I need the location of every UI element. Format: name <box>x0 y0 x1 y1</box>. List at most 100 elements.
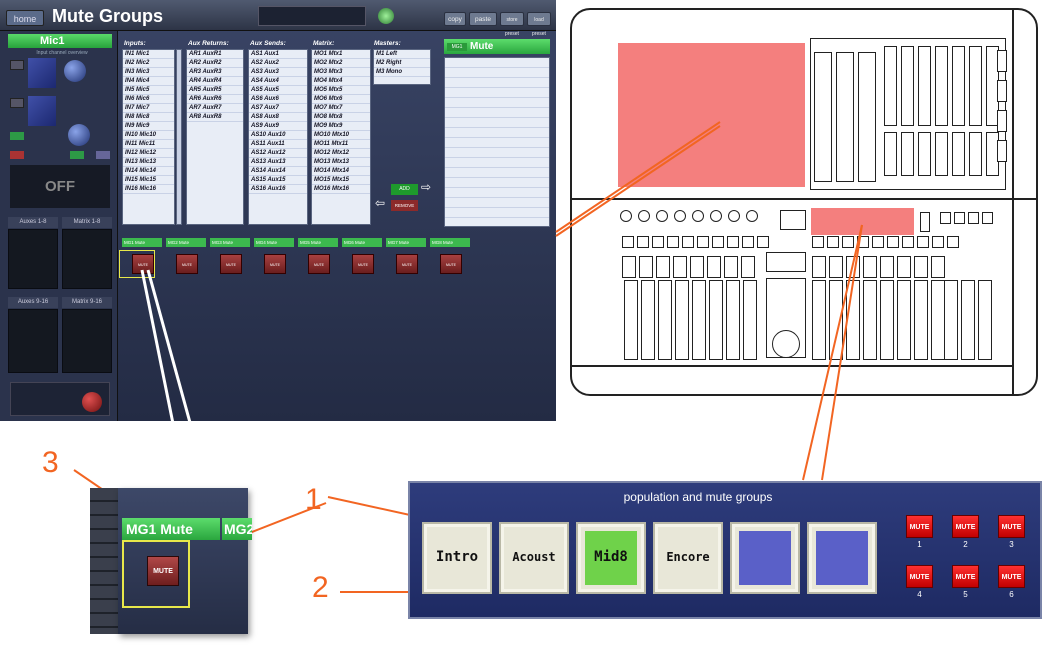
list-item[interactable]: MO11 Mtx11 <box>312 140 370 149</box>
list-item[interactable]: MO4 Mtx4 <box>312 77 370 86</box>
home-button[interactable]: home <box>6 10 44 26</box>
list-item[interactable]: MO3 Mtx3 <box>312 68 370 77</box>
list-item[interactable]: AS1 Aux1 <box>249 50 307 59</box>
list-item[interactable]: IN15 Mic15 <box>123 176 174 185</box>
list-item[interactable]: IN5 Mic5 <box>123 86 174 95</box>
mute-group-button[interactable]: MUTE <box>220 254 242 274</box>
phase-button[interactable] <box>70 151 84 159</box>
list-item[interactable]: M1 Left <box>374 50 430 59</box>
list-item[interactable]: AS3 Aux3 <box>249 68 307 77</box>
zoom-mute-button[interactable]: MUTE <box>147 556 179 586</box>
list-item[interactable]: AR3 AuxR3 <box>187 68 243 77</box>
list-item[interactable]: M2 Right <box>374 59 430 68</box>
list-item[interactable]: M3 Mono <box>374 68 430 77</box>
aux-sends-list[interactable]: AS1 Aux1 AS2 Aux2 AS3 Aux3 AS4 Aux4 AS5 Aux5… <box>248 49 308 225</box>
list-item[interactable]: MO7 Mtx7 <box>312 104 370 113</box>
population-button[interactable]: Intro <box>422 522 492 594</box>
list-item[interactable]: AS7 Aux7 <box>249 104 307 113</box>
list-item[interactable]: MO9 Mtx9 <box>312 122 370 131</box>
list-item[interactable]: AS10 Aux10 <box>249 131 307 140</box>
matrix-list[interactable]: MO1 Mtx1 MO2 Mtx2 MO3 Mtx3 MO4 Mtx4 MO5 Mtx5… <box>311 49 371 225</box>
list-item[interactable]: IN7 Mic7 <box>123 104 174 113</box>
mute-group-button[interactable]: MUTE <box>440 254 462 274</box>
list-item[interactable]: AS11 Aux11 <box>249 140 307 149</box>
trim-knob[interactable] <box>68 124 90 146</box>
list-item[interactable]: MO10 Mtx10 <box>312 131 370 140</box>
population-button[interactable]: Acoust <box>499 522 569 594</box>
mute-group-button[interactable]: MUTE <box>264 254 286 274</box>
insert-button[interactable] <box>10 132 24 140</box>
mute-group-button[interactable]: MUTE <box>308 254 330 274</box>
list-item[interactable]: MO8 Mtx8 <box>312 113 370 122</box>
list-item[interactable]: IN1 Mic1 <box>123 50 174 59</box>
aux-returns-list[interactable]: AR1 AuxR1 AR2 AuxR2 AR3 AuxR3 AR4 AuxR4 AR5 … <box>186 49 244 225</box>
list-item[interactable]: MO2 Mtx2 <box>312 59 370 68</box>
mute-button[interactable]: MUTE <box>998 515 1025 538</box>
population-button[interactable]: Mid8 <box>576 522 646 594</box>
list-item[interactable]: AS12 Aux12 <box>249 149 307 158</box>
title-field[interactable] <box>258 6 366 26</box>
mute-group-button[interactable]: MUTE <box>176 254 198 274</box>
list-item[interactable]: IN4 Mic4 <box>123 77 174 86</box>
list-item[interactable]: AS4 Aux4 <box>249 77 307 86</box>
add-button[interactable]: ADD <box>391 184 418 195</box>
list-item[interactable]: IN2 Mic2 <box>123 59 174 68</box>
link-button[interactable] <box>96 151 110 159</box>
list-item[interactable]: IN9 Mic9 <box>123 122 174 131</box>
list-item[interactable]: AR2 AuxR2 <box>187 59 243 68</box>
list-item[interactable]: AS6 Aux6 <box>249 95 307 104</box>
list-item[interactable]: MO5 Mtx5 <box>312 86 370 95</box>
list-item[interactable]: IN14 Mic14 <box>123 167 174 176</box>
list-item[interactable]: MO12 Mtx12 <box>312 149 370 158</box>
pan-knob[interactable] <box>82 392 102 412</box>
copy-button[interactable]: copy <box>444 12 466 26</box>
input-gain-knob[interactable] <box>64 60 86 82</box>
mute-group-button[interactable]: MUTE <box>396 254 418 274</box>
list-item[interactable]: MO6 Mtx6 <box>312 95 370 104</box>
list-item[interactable]: AS16 Aux16 <box>249 185 307 194</box>
population-button[interactable] <box>730 522 800 594</box>
paste-button[interactable]: paste <box>469 12 497 26</box>
list-item[interactable]: AR5 AuxR5 <box>187 86 243 95</box>
list-item[interactable]: IN16 Mic16 <box>123 185 174 194</box>
masters-list[interactable]: M1 Left M2 Right M3 Mono <box>373 49 431 85</box>
list-item[interactable]: AS8 Aux8 <box>249 113 307 122</box>
mute-button[interactable]: MUTE <box>906 515 933 538</box>
list-item[interactable]: AS13 Aux13 <box>249 158 307 167</box>
mute-button[interactable]: MUTE <box>952 515 979 538</box>
mute-group-button[interactable]: MUTE <box>352 254 374 274</box>
pfl-button[interactable] <box>10 151 24 159</box>
mute-group-members-list[interactable] <box>444 57 550 227</box>
list-item[interactable]: AS2 Aux2 <box>249 59 307 68</box>
list-item[interactable]: IN6 Mic6 <box>123 95 174 104</box>
store-preset-button[interactable]: store preset <box>500 12 524 37</box>
inputs-list[interactable]: IN1 Mic1 IN2 Mic2 IN3 Mic3 IN4 Mic4 IN5 Mic5… <box>122 49 175 225</box>
list-item[interactable]: AS14 Aux14 <box>249 167 307 176</box>
list-item[interactable]: AR6 AuxR6 <box>187 95 243 104</box>
list-item[interactable]: IN13 Mic13 <box>123 158 174 167</box>
list-item[interactable]: IN11 Mic11 <box>123 140 174 149</box>
hpf-button[interactable] <box>10 60 24 70</box>
list-item[interactable]: AR7 AuxR7 <box>187 104 243 113</box>
list-item[interactable]: MO1 Mtx1 <box>312 50 370 59</box>
population-button[interactable] <box>807 522 877 594</box>
load-preset-button[interactable]: load preset <box>527 12 551 37</box>
list-item[interactable]: IN3 Mic3 <box>123 68 174 77</box>
remove-button[interactable]: REMOVE <box>391 200 418 211</box>
inputs-scrollbar[interactable] <box>176 49 182 225</box>
list-item[interactable]: IN8 Mic8 <box>123 113 174 122</box>
list-item[interactable]: MO15 Mtx15 <box>312 176 370 185</box>
list-item[interactable]: AS15 Aux15 <box>249 176 307 185</box>
list-item[interactable]: AS5 Aux5 <box>249 86 307 95</box>
list-item[interactable]: MO14 Mtx14 <box>312 167 370 176</box>
mute-button[interactable]: MUTE <box>998 565 1025 588</box>
population-button[interactable]: Encore <box>653 522 723 594</box>
list-item[interactable]: AR4 AuxR4 <box>187 77 243 86</box>
mute-button[interactable]: MUTE <box>952 565 979 588</box>
list-item[interactable]: MO16 Mtx16 <box>312 185 370 194</box>
list-item[interactable]: AR1 AuxR1 <box>187 50 243 59</box>
dyn-button[interactable] <box>10 98 24 108</box>
list-item[interactable]: AR8 AuxR8 <box>187 113 243 122</box>
list-item[interactable]: IN12 Mic12 <box>123 149 174 158</box>
list-item[interactable]: AS9 Aux9 <box>249 122 307 131</box>
